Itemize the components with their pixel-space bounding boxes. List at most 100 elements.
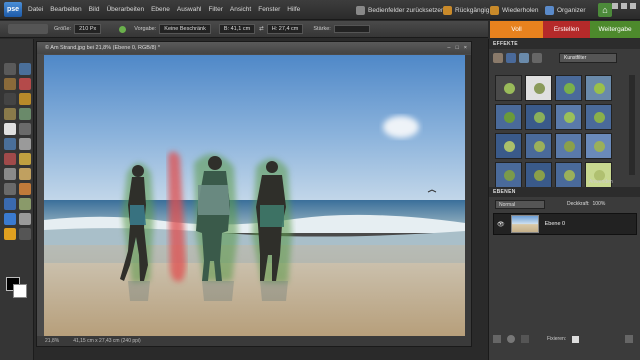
tab-create[interactable]: Erstellen — [543, 21, 590, 38]
toolbox — [0, 39, 34, 360]
move-tool-icon[interactable] — [4, 63, 16, 75]
type-tool-icon[interactable] — [4, 123, 16, 135]
width-input[interactable]: B: 41,1 cm — [218, 24, 256, 34]
minimize-icon[interactable] — [612, 3, 618, 9]
crop-tool-icon[interactable] — [19, 123, 31, 135]
doc-close-icon[interactable]: × — [464, 42, 467, 54]
organizer-label: Organizer — [557, 6, 586, 14]
healing-brush-tool-icon[interactable] — [19, 153, 31, 165]
document-statusbar: 21,8% 41,15 cm x 27,43 cm (240 ppi) — [37, 336, 471, 346]
pencil-tool-icon[interactable] — [19, 228, 31, 240]
swap-icon[interactable]: ⇄ — [259, 26, 264, 32]
menu-auswahl[interactable]: Auswahl — [177, 0, 202, 20]
layer-row[interactable]: 👁 Ebene 0 — [493, 213, 637, 235]
maximize-icon[interactable] — [621, 3, 627, 9]
photo-effects-icon[interactable] — [519, 53, 529, 63]
doc-maximize-icon[interactable]: □ — [455, 42, 458, 54]
effect-thumb[interactable] — [495, 162, 522, 188]
document-title: © Am Strand.jpg bei 21,8% (Ebene 0, RGB/… — [45, 45, 161, 51]
menu-ueberarbeiten[interactable]: Überarbeiten — [106, 0, 144, 20]
paint-bucket-tool-icon[interactable] — [4, 198, 16, 210]
eyedropper-tool-icon[interactable] — [19, 78, 31, 90]
blend-mode-select[interactable]: Normal — [495, 199, 545, 209]
smart-brush-tool-icon[interactable] — [19, 183, 31, 195]
effect-thumb[interactable] — [525, 133, 552, 159]
redo-button[interactable]: Wiederholen — [490, 0, 539, 20]
shape-tool-icon[interactable] — [4, 213, 16, 225]
menu-fenster[interactable]: Fenster — [258, 0, 280, 20]
home-icon[interactable]: ⌂ — [598, 3, 612, 17]
preset-select[interactable]: Keine Beschränk — [159, 24, 211, 34]
blur-tool-icon[interactable] — [19, 213, 31, 225]
lock-transparency-icon[interactable] — [521, 335, 529, 343]
red-eye-tool-icon[interactable] — [4, 153, 16, 165]
size-input[interactable]: 210 Px — [74, 24, 102, 34]
lasso-tool-icon[interactable] — [19, 93, 31, 105]
quick-selection-tool-icon[interactable] — [19, 108, 31, 120]
background-color-swatch[interactable] — [13, 284, 27, 298]
menu-ebene[interactable]: Ebene — [151, 0, 170, 20]
reset-panels-button[interactable]: Bedienfelder zurücksetzen — [356, 0, 445, 20]
adjustment-layer-icon[interactable] — [507, 335, 515, 343]
brush-presets-icon[interactable] — [8, 24, 48, 34]
menu-bearbeiten[interactable]: Bearbeiten — [50, 0, 81, 20]
effect-thumb[interactable] — [495, 75, 522, 101]
effects-category-select[interactable]: Kunstfilter — [559, 53, 617, 63]
menu-filter[interactable]: Filter — [208, 0, 222, 20]
hand-tool-icon[interactable] — [4, 78, 16, 90]
delete-layer-icon[interactable] — [625, 335, 634, 343]
effect-thumb[interactable] — [495, 133, 522, 159]
effect-thumb[interactable] — [555, 75, 582, 101]
tab-share[interactable]: Weitergabe — [590, 21, 640, 38]
apply-effect-button[interactable]: Anwenden — [589, 179, 613, 185]
document-controls: – □ × — [447, 42, 467, 54]
all-effects-icon[interactable] — [532, 53, 542, 63]
menu-ansicht[interactable]: Ansicht — [230, 0, 251, 20]
styles-icon[interactable] — [506, 53, 516, 63]
effect-thumb[interactable] — [585, 104, 612, 130]
eraser-tool-icon[interactable] — [19, 168, 31, 180]
visibility-eye-icon[interactable]: 👁 — [497, 221, 505, 228]
menu-bild[interactable]: Bild — [89, 0, 100, 20]
organizer-icon — [545, 5, 554, 15]
sponge-tool-icon[interactable] — [4, 228, 16, 240]
brush-tool-icon[interactable] — [4, 183, 16, 195]
image-canvas[interactable] — [44, 55, 465, 336]
effect-thumb[interactable] — [495, 104, 522, 130]
preset-label: Vorgabe: — [134, 26, 157, 32]
opacity-value[interactable]: 100% — [593, 201, 606, 207]
effect-thumb[interactable] — [555, 133, 582, 159]
effect-thumb[interactable] — [555, 104, 582, 130]
refine-brush-icon[interactable] — [119, 25, 127, 33]
effect-thumb[interactable] — [525, 104, 552, 130]
tab-full[interactable]: Voll — [490, 21, 543, 38]
magic-wand-tool-icon[interactable] — [4, 108, 16, 120]
doc-minimize-icon[interactable]: – — [447, 42, 450, 54]
marquee-tool-icon[interactable] — [4, 93, 16, 105]
menu-hilfe[interactable]: Hilfe — [287, 0, 300, 20]
effect-thumb[interactable] — [555, 162, 582, 188]
straighten-tool-icon[interactable] — [19, 138, 31, 150]
filters-icon[interactable] — [493, 53, 503, 63]
layer-name[interactable]: Ebene 0 — [545, 221, 566, 227]
lock-pixels-icon[interactable] — [572, 335, 580, 343]
effects-toolbar: Kunstfilter — [489, 49, 640, 67]
gradient-tool-icon[interactable] — [19, 198, 31, 210]
effects-scrollbar[interactable] — [629, 75, 635, 175]
zoom-level[interactable]: 21,8% — [45, 336, 59, 346]
height-input[interactable]: H: 27,4 cm — [266, 24, 304, 34]
undo-button[interactable]: Rückgängig — [443, 0, 489, 20]
effect-thumb[interactable] — [525, 162, 552, 188]
recompose-tool-icon[interactable] — [4, 138, 16, 150]
menu-datei[interactable]: Datei — [28, 0, 43, 20]
new-layer-icon[interactable] — [493, 335, 501, 343]
effect-thumb[interactable] — [585, 75, 612, 101]
clone-stamp-tool-icon[interactable] — [4, 168, 16, 180]
organizer-button[interactable]: Organizer — [545, 0, 586, 20]
effect-thumb[interactable] — [525, 75, 552, 101]
strength-input[interactable] — [333, 25, 370, 33]
document-vertical-scrollbar[interactable] — [465, 55, 471, 336]
zoom-tool-icon[interactable] — [19, 63, 31, 75]
close-icon[interactable] — [630, 3, 636, 9]
effect-thumb[interactable] — [585, 133, 612, 159]
